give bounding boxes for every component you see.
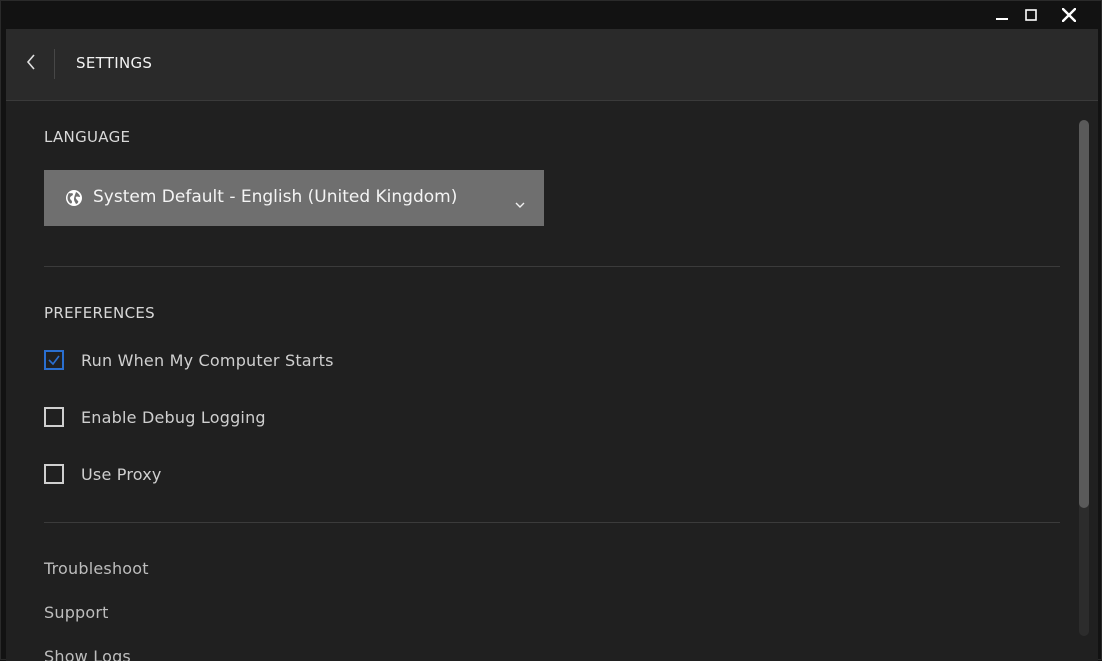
debug-logging-label: Enable Debug Logging [81, 407, 266, 427]
show-logs-link[interactable]: Show Logs [44, 647, 131, 661]
page-header: SETTINGS [6, 29, 1098, 101]
section-divider [44, 522, 1060, 523]
debug-logging-option[interactable]: Enable Debug Logging [44, 406, 266, 428]
maximize-icon [1025, 9, 1037, 21]
settings-content: LANGUAGE System Default - English (Unite… [6, 101, 1098, 661]
run-on-startup-label: Run When My Computer Starts [81, 350, 334, 370]
page-title: SETTINGS [76, 54, 153, 72]
preferences-section-title: PREFERENCES [44, 304, 155, 322]
app-window: SETTINGS LANGUAGE System Default - Engli… [0, 0, 1102, 661]
run-on-startup-option[interactable]: Run When My Computer Starts [44, 349, 334, 371]
chevron-down-icon [514, 194, 526, 208]
troubleshoot-link[interactable]: Troubleshoot [44, 559, 149, 578]
title-bar[interactable] [1, 1, 1101, 29]
header-divider [54, 49, 55, 79]
section-divider [44, 266, 1060, 267]
language-selected-value: System Default - English (United Kingdom… [93, 187, 458, 207]
minimize-icon [996, 9, 1008, 21]
run-on-startup-checkbox[interactable] [44, 350, 64, 370]
use-proxy-checkbox[interactable] [44, 464, 64, 484]
language-section-title: LANGUAGE [44, 128, 131, 146]
debug-logging-checkbox[interactable] [44, 407, 64, 427]
close-icon [1062, 8, 1076, 22]
chevron-left-icon [26, 54, 36, 74]
globe-icon [65, 189, 83, 207]
maximize-button[interactable] [1012, 1, 1050, 29]
use-proxy-option[interactable]: Use Proxy [44, 463, 162, 485]
close-button[interactable] [1050, 1, 1088, 29]
support-link[interactable]: Support [44, 603, 109, 622]
back-button[interactable] [14, 46, 48, 82]
scrollbar-thumb[interactable] [1079, 120, 1089, 508]
language-dropdown[interactable]: System Default - English (United Kingdom… [44, 170, 544, 226]
use-proxy-label: Use Proxy [81, 464, 162, 484]
settings-page: SETTINGS LANGUAGE System Default - Engli… [6, 29, 1098, 661]
scrollbar-track[interactable] [1079, 120, 1089, 636]
